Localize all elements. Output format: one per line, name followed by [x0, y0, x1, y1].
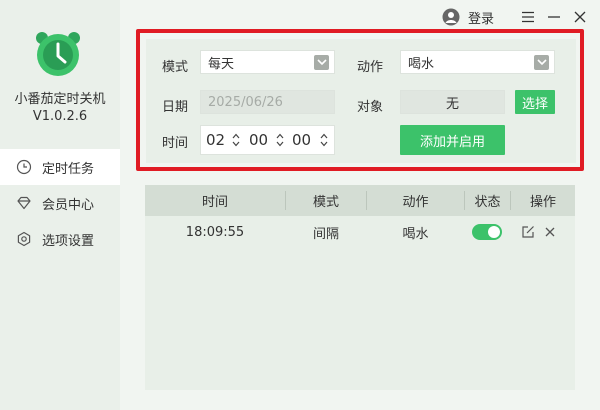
column-header-status: 状态 [474, 195, 501, 210]
time-label: 时间 [162, 136, 189, 151]
user-avatar-icon[interactable] [442, 8, 460, 26]
column-header-mode: 模式 [312, 195, 339, 210]
date-input-placeholder: 2025/06/26 [208, 94, 283, 110]
target-value: 无 [445, 96, 459, 112]
sidebar-item-label: 选项设置 [42, 233, 95, 249]
date-label: 日期 [162, 100, 189, 115]
sidebar: 小番茄定时关机 V1.0.2.6 定时任务 会员中心 选项设置 [0, 0, 120, 410]
second-input[interactable]: 00 [292, 126, 311, 154]
date-input[interactable]: 2025/06/26 [200, 90, 335, 114]
add-and-enable-button[interactable]: 添加并启用 [400, 125, 505, 155]
column-header-operations: 操作 [529, 195, 556, 210]
chevron-down-icon [314, 55, 329, 70]
target-label: 对象 [357, 100, 384, 115]
sidebar-item-settings[interactable]: 选项设置 [0, 221, 120, 257]
sidebar-item-label: 定时任务 [42, 161, 95, 177]
column-header-action: 动作 [402, 195, 429, 210]
sidebar-item-label: 会员中心 [42, 197, 95, 213]
minimize-icon[interactable] [546, 9, 562, 25]
minute-input[interactable]: 00 [249, 126, 268, 154]
sidebar-item-scheduled-tasks[interactable]: 定时任务 [0, 149, 120, 185]
mode-label: 模式 [162, 60, 189, 75]
table-header: 时间 模式 动作 状态 操作 [145, 185, 575, 216]
row-action: 喝水 [402, 226, 429, 242]
action-label: 动作 [357, 60, 384, 75]
action-select[interactable]: 喝水 [400, 50, 555, 74]
close-icon[interactable] [572, 9, 588, 25]
row-time: 18:09:55 [185, 224, 245, 240]
edit-icon[interactable] [521, 225, 535, 239]
column-header-time: 时间 [201, 195, 228, 210]
choose-button[interactable]: 选择 [515, 90, 555, 114]
settings-icon [17, 231, 31, 247]
toggle-knob [488, 226, 500, 238]
alarm-clock-logo-icon [36, 32, 80, 76]
hour-spinner-icon[interactable] [232, 133, 240, 147]
app-name: 小番茄定时关机 [14, 92, 106, 107]
second-spinner-icon[interactable] [320, 133, 328, 147]
app-version: V1.0.2.6 [32, 109, 88, 124]
row-mode: 间隔 [312, 226, 339, 242]
diamond-icon [17, 196, 31, 210]
action-select-value: 喝水 [408, 56, 435, 72]
login-link[interactable]: 登录 [468, 8, 494, 27]
title-bar: 登录 [442, 6, 588, 28]
add-and-enable-button-label: 添加并启用 [419, 134, 485, 150]
choose-button-label: 选择 [521, 96, 548, 112]
status-toggle[interactable] [472, 224, 502, 240]
mode-select-value: 每天 [208, 56, 235, 72]
mode-select[interactable]: 每天 [200, 50, 335, 74]
chevron-down-icon [534, 55, 549, 70]
delete-icon[interactable] [543, 225, 557, 239]
hour-input[interactable]: 02 [206, 126, 225, 154]
task-table: 时间 模式 动作 状态 操作 18:09:55 间隔 喝水 [145, 185, 575, 390]
minute-spinner-icon[interactable] [276, 133, 284, 147]
clock-icon [16, 159, 32, 175]
target-field: 无 [400, 90, 505, 114]
sidebar-item-membership[interactable]: 会员中心 [0, 185, 120, 221]
time-picker: 02 00 00 [200, 125, 335, 155]
menu-icon[interactable] [520, 9, 536, 25]
